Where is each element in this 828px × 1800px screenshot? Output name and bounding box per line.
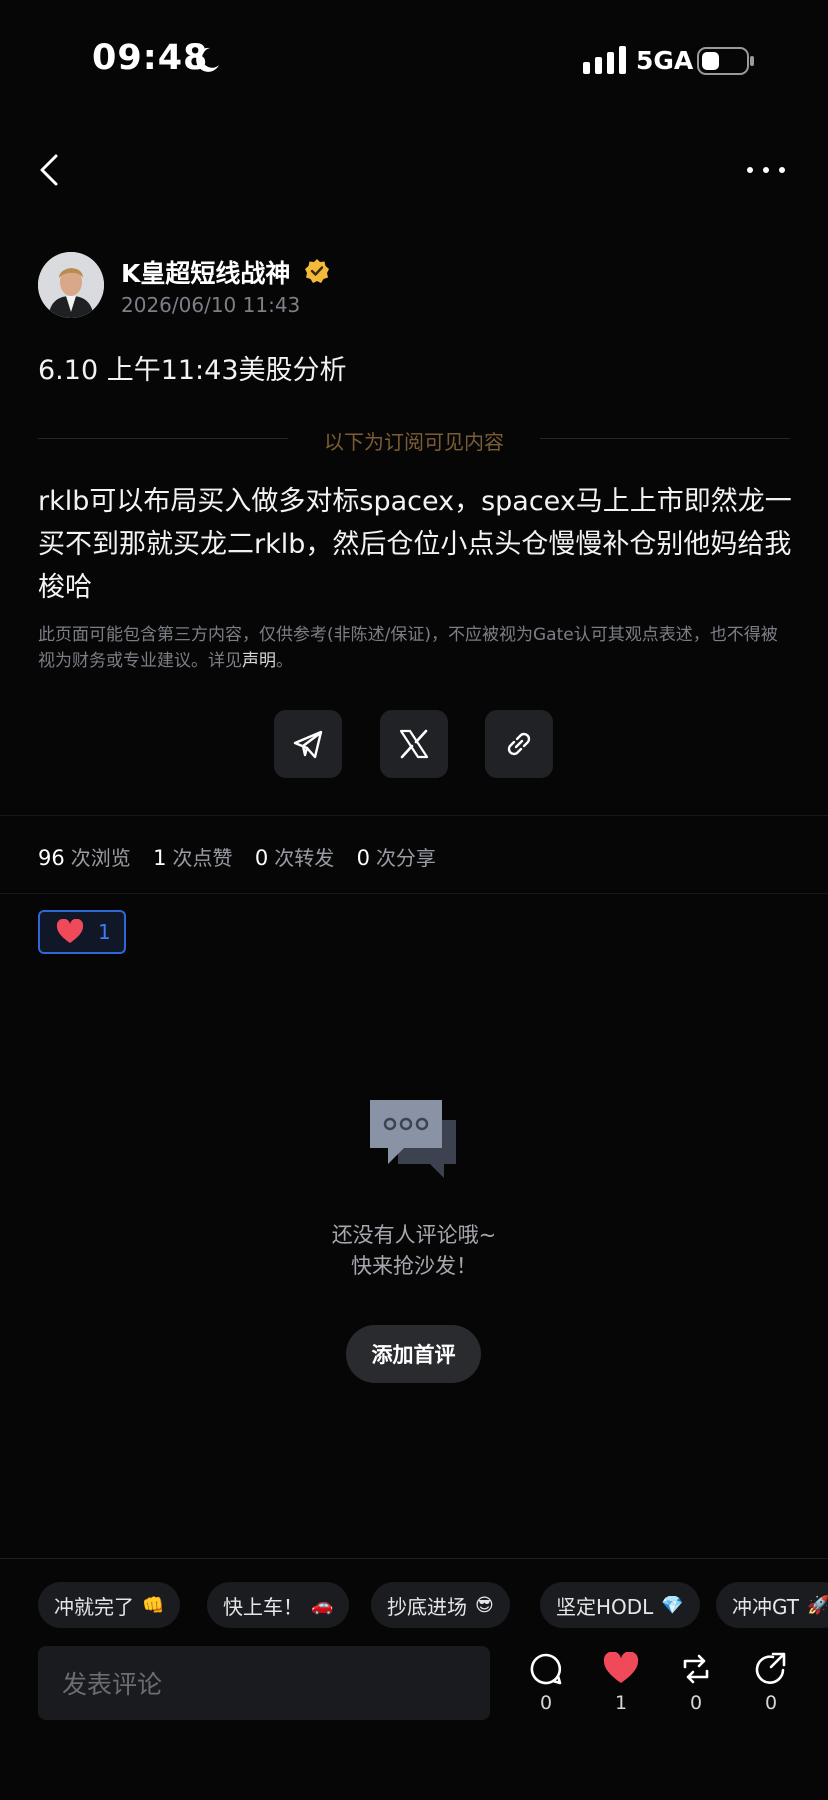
post-stats: 96 次浏览 1 次点赞 0 次转发 0 次分享 [38,842,452,871]
quick-reply-text: 快上车！ [223,1594,303,1619]
repost-icon [683,1654,709,1684]
likes-count: 1 [153,846,167,870]
network-type: 5GA [636,46,694,75]
share-action[interactable]: 0 [746,1652,796,1714]
quick-reply-chip[interactable]: 冲冲GT 🚀 [716,1582,828,1628]
heart-reaction-chip[interactable]: 1 [38,910,126,954]
heart-icon [603,1652,639,1683]
author-name[interactable]: K皇超短线战神 [121,254,290,290]
share-telegram-button[interactable] [274,710,342,778]
comment-input[interactable]: 发表评论 [38,1646,490,1720]
disclaimer-end: 。 [276,651,293,671]
verified-badge-icon [305,259,329,283]
divider [0,893,828,894]
quick-reply-text: 抄底进场 [387,1594,467,1619]
disclaimer-link[interactable]: 声明 [242,651,276,671]
views-count: 96 [38,846,65,870]
quick-reply-text: 冲冲GT [732,1594,800,1619]
share-arrow-icon [755,1652,786,1684]
post-title: 6.10 上午11:43美股分析 [38,355,347,386]
disclaimer: 此页面可能包含第三方内容，仅供参考(非陈述/保证)，不应被视为Gate认可其观点… [38,622,788,674]
quick-reply-chip[interactable]: 坚定HODL 💎 [540,1582,700,1628]
car-emoji-icon: 🚗 [311,1594,334,1616]
telegram-icon [293,730,323,759]
add-first-comment-button[interactable]: 添加首评 [346,1325,481,1383]
divider-line-right [540,438,790,439]
comment-bubble-icon [530,1653,562,1685]
empty-comments-text: 还没有人评论哦~ 快来抢沙发！ [0,1220,828,1282]
x-logo-icon [399,729,429,759]
shares-count: 0 [356,846,370,870]
fist-emoji-icon: 👊 [142,1594,165,1616]
comment-action[interactable]: 0 [521,1652,571,1714]
comments-empty-icon [370,1100,456,1178]
repost-action[interactable]: 0 [671,1652,721,1714]
quick-reply-chip[interactable]: 抄底进场 😎 [371,1582,510,1628]
rocket-emoji-icon: 🚀 [807,1594,828,1616]
shares-label: 次分享 [375,846,436,870]
reposts-label: 次转发 [274,846,335,870]
signal-icon [583,46,626,74]
back-chevron-icon[interactable] [36,150,62,190]
status-time: 09:48 [92,38,209,78]
empty-line-1: 还没有人评论哦~ [331,1223,497,1247]
reaction-count: 1 [98,920,111,944]
share-count: 0 [764,1692,778,1714]
like-count: 1 [614,1692,628,1714]
subscriber-divider: 以下为订阅可见内容 [38,426,790,454]
disclaimer-text: 此页面可能包含第三方内容，仅供参考(非陈述/保证)，不应被视为Gate认可其观点… [38,625,778,671]
reposts-count: 0 [254,846,269,870]
more-dots-icon[interactable] [744,158,788,182]
like-action[interactable]: 1 [596,1652,646,1714]
copy-link-button[interactable] [485,710,553,778]
divider [0,815,828,816]
quick-reply-text: 坚定HODL [556,1594,654,1619]
post-date: 2026/06/10 11:43 [121,293,301,317]
sunglasses-emoji-icon: 😎 [475,1594,494,1616]
quick-reply-chip[interactable]: 快上车！ 🚗 [207,1582,350,1628]
views-label: 次浏览 [70,846,131,870]
subscriber-divider-text: 以下为订阅可见内容 [324,430,504,454]
comment-count: 0 [539,1692,553,1714]
link-icon [507,732,531,756]
heart-icon [56,919,84,943]
repost-count: 0 [689,1692,703,1714]
share-x-button[interactable] [380,710,448,778]
empty-line-2: 快来抢沙发！ [351,1254,477,1278]
moon-icon [196,47,219,72]
avatar[interactable] [38,252,104,318]
gem-emoji-icon: 💎 [661,1594,684,1616]
quick-reply-chip[interactable]: 冲就完了 👊 [38,1582,181,1628]
quick-reply-text: 冲就完了 [54,1594,134,1619]
divider [0,1558,828,1559]
post-body: rklb可以布局买入做多对标spacex，spacex马上上市即然龙一买不到那就… [38,486,792,603]
battery-icon [697,47,754,75]
status-bar: 09:48 5GA [0,0,828,120]
likes-label: 次点赞 [172,846,233,870]
